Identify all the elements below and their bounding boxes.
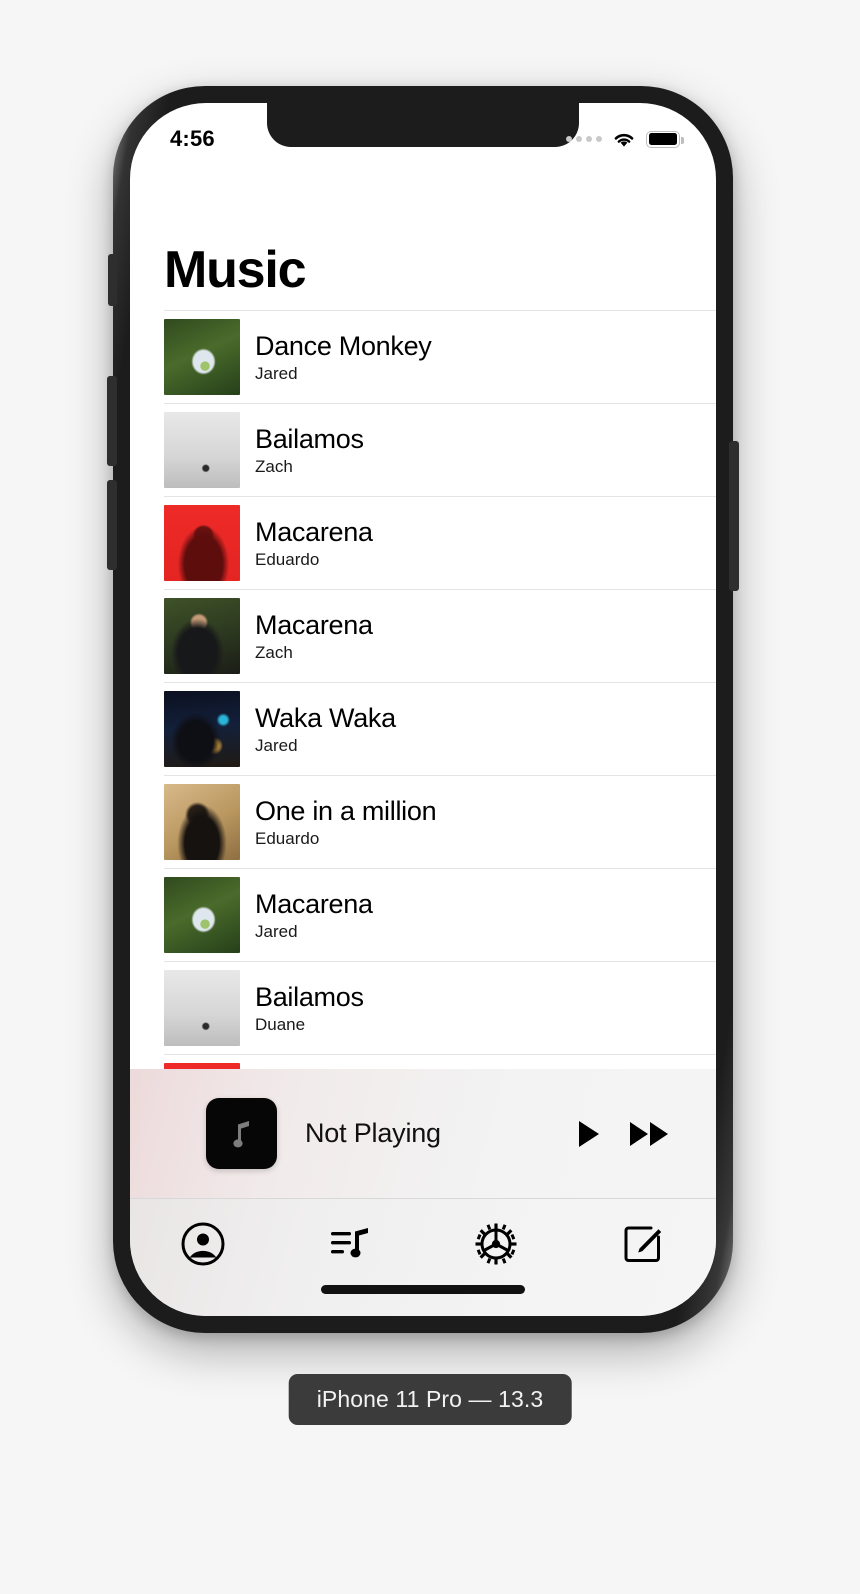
song-title: Dance Monkey	[255, 330, 432, 361]
list-item-text: Macarena Zach	[255, 610, 373, 663]
device-frame: 4:56 Music Dance Monkey Jared Bailamos Z…	[107, 86, 739, 1333]
play-icon[interactable]	[576, 1119, 602, 1149]
list-item-text: Macarena Jared	[255, 889, 373, 942]
music-list-icon	[330, 1228, 368, 1258]
device-caption: iPhone 11 Pro — 13.3	[288, 1374, 572, 1425]
status-bar-time: 4:56	[170, 126, 215, 151]
list-item[interactable]: Macarena Jared	[164, 868, 716, 961]
tab-music-list[interactable]	[277, 1221, 424, 1267]
mute-switch-button[interactable]	[108, 254, 117, 306]
song-artist: Duane	[255, 1014, 306, 1034]
song-artist: Jared	[255, 735, 298, 755]
song-artist: Eduardo	[255, 549, 320, 569]
person-circle-icon	[181, 1222, 225, 1266]
list-item-text: Waka Waka Jared	[255, 703, 396, 756]
compose-icon	[624, 1226, 661, 1262]
album-artwork	[164, 412, 240, 488]
list-item[interactable]: Bailamos Zach	[164, 403, 716, 496]
page-title: Music	[164, 241, 307, 299]
list-item[interactable]: Macarena Zach	[164, 589, 716, 682]
tab-settings[interactable]	[423, 1221, 570, 1267]
album-artwork	[164, 970, 240, 1046]
song-artist: Eduardo	[255, 828, 320, 848]
song-artist: Jared	[255, 363, 298, 383]
mini-player-bar[interactable]: Not Playing	[130, 1069, 716, 1198]
list-item[interactable]: One in a million Eduardo	[164, 775, 716, 868]
tab-compose[interactable]	[570, 1221, 717, 1267]
device-screen: 4:56 Music Dance Monkey Jared Bailamos Z…	[130, 103, 716, 1316]
album-artwork	[164, 691, 240, 767]
volume-up-button[interactable]	[107, 376, 117, 466]
song-artist: Zach	[255, 456, 293, 476]
song-title: Macarena	[255, 609, 373, 640]
list-item-text: Bailamos Zach	[255, 424, 364, 477]
player-controls	[576, 1119, 672, 1149]
list-item[interactable]: Bailamos Duane	[164, 961, 716, 1054]
song-title: One in a million	[255, 795, 437, 826]
list-item-text: Dance Monkey Jared	[255, 331, 432, 384]
song-artist: Jared	[255, 921, 298, 941]
battery-full-icon	[646, 130, 684, 148]
album-artwork	[164, 319, 240, 395]
list-item-text: One in a million Eduardo	[255, 795, 437, 849]
wifi-icon	[614, 133, 634, 147]
gear-icon	[475, 1223, 517, 1265]
album-artwork	[164, 877, 240, 953]
list-item[interactable]: Dance Monkey Jared	[164, 310, 716, 403]
album-artwork	[164, 598, 240, 674]
status-bar: 4:56	[130, 103, 716, 165]
list-item-text: Macarena Eduardo	[255, 517, 373, 570]
player-status-text: Not Playing	[305, 1118, 441, 1148]
tab-account[interactable]	[130, 1221, 277, 1267]
song-title: Bailamos	[255, 981, 364, 1012]
album-artwork	[164, 505, 240, 581]
tab-bar	[130, 1198, 716, 1316]
cellular-dots-icon	[566, 136, 602, 142]
home-indicator[interactable]	[321, 1285, 525, 1294]
song-artist: Zach	[255, 642, 293, 662]
song-title: Waka Waka	[255, 702, 396, 733]
song-title: Macarena	[255, 888, 373, 919]
song-title: Bailamos	[255, 423, 364, 454]
player-artwork	[206, 1098, 277, 1169]
list-item-text: Bailamos Duane	[255, 982, 364, 1035]
list-item[interactable]: Macarena Eduardo	[164, 496, 716, 589]
volume-down-button[interactable]	[107, 480, 117, 570]
fast-forward-icon[interactable]	[628, 1119, 672, 1149]
status-bar-indicators	[566, 130, 684, 149]
album-artwork	[164, 784, 240, 860]
music-note-icon	[232, 1120, 249, 1147]
power-button[interactable]	[729, 441, 739, 591]
song-title: Macarena	[255, 516, 373, 547]
list-item[interactable]: Waka Waka Jared	[164, 682, 716, 775]
